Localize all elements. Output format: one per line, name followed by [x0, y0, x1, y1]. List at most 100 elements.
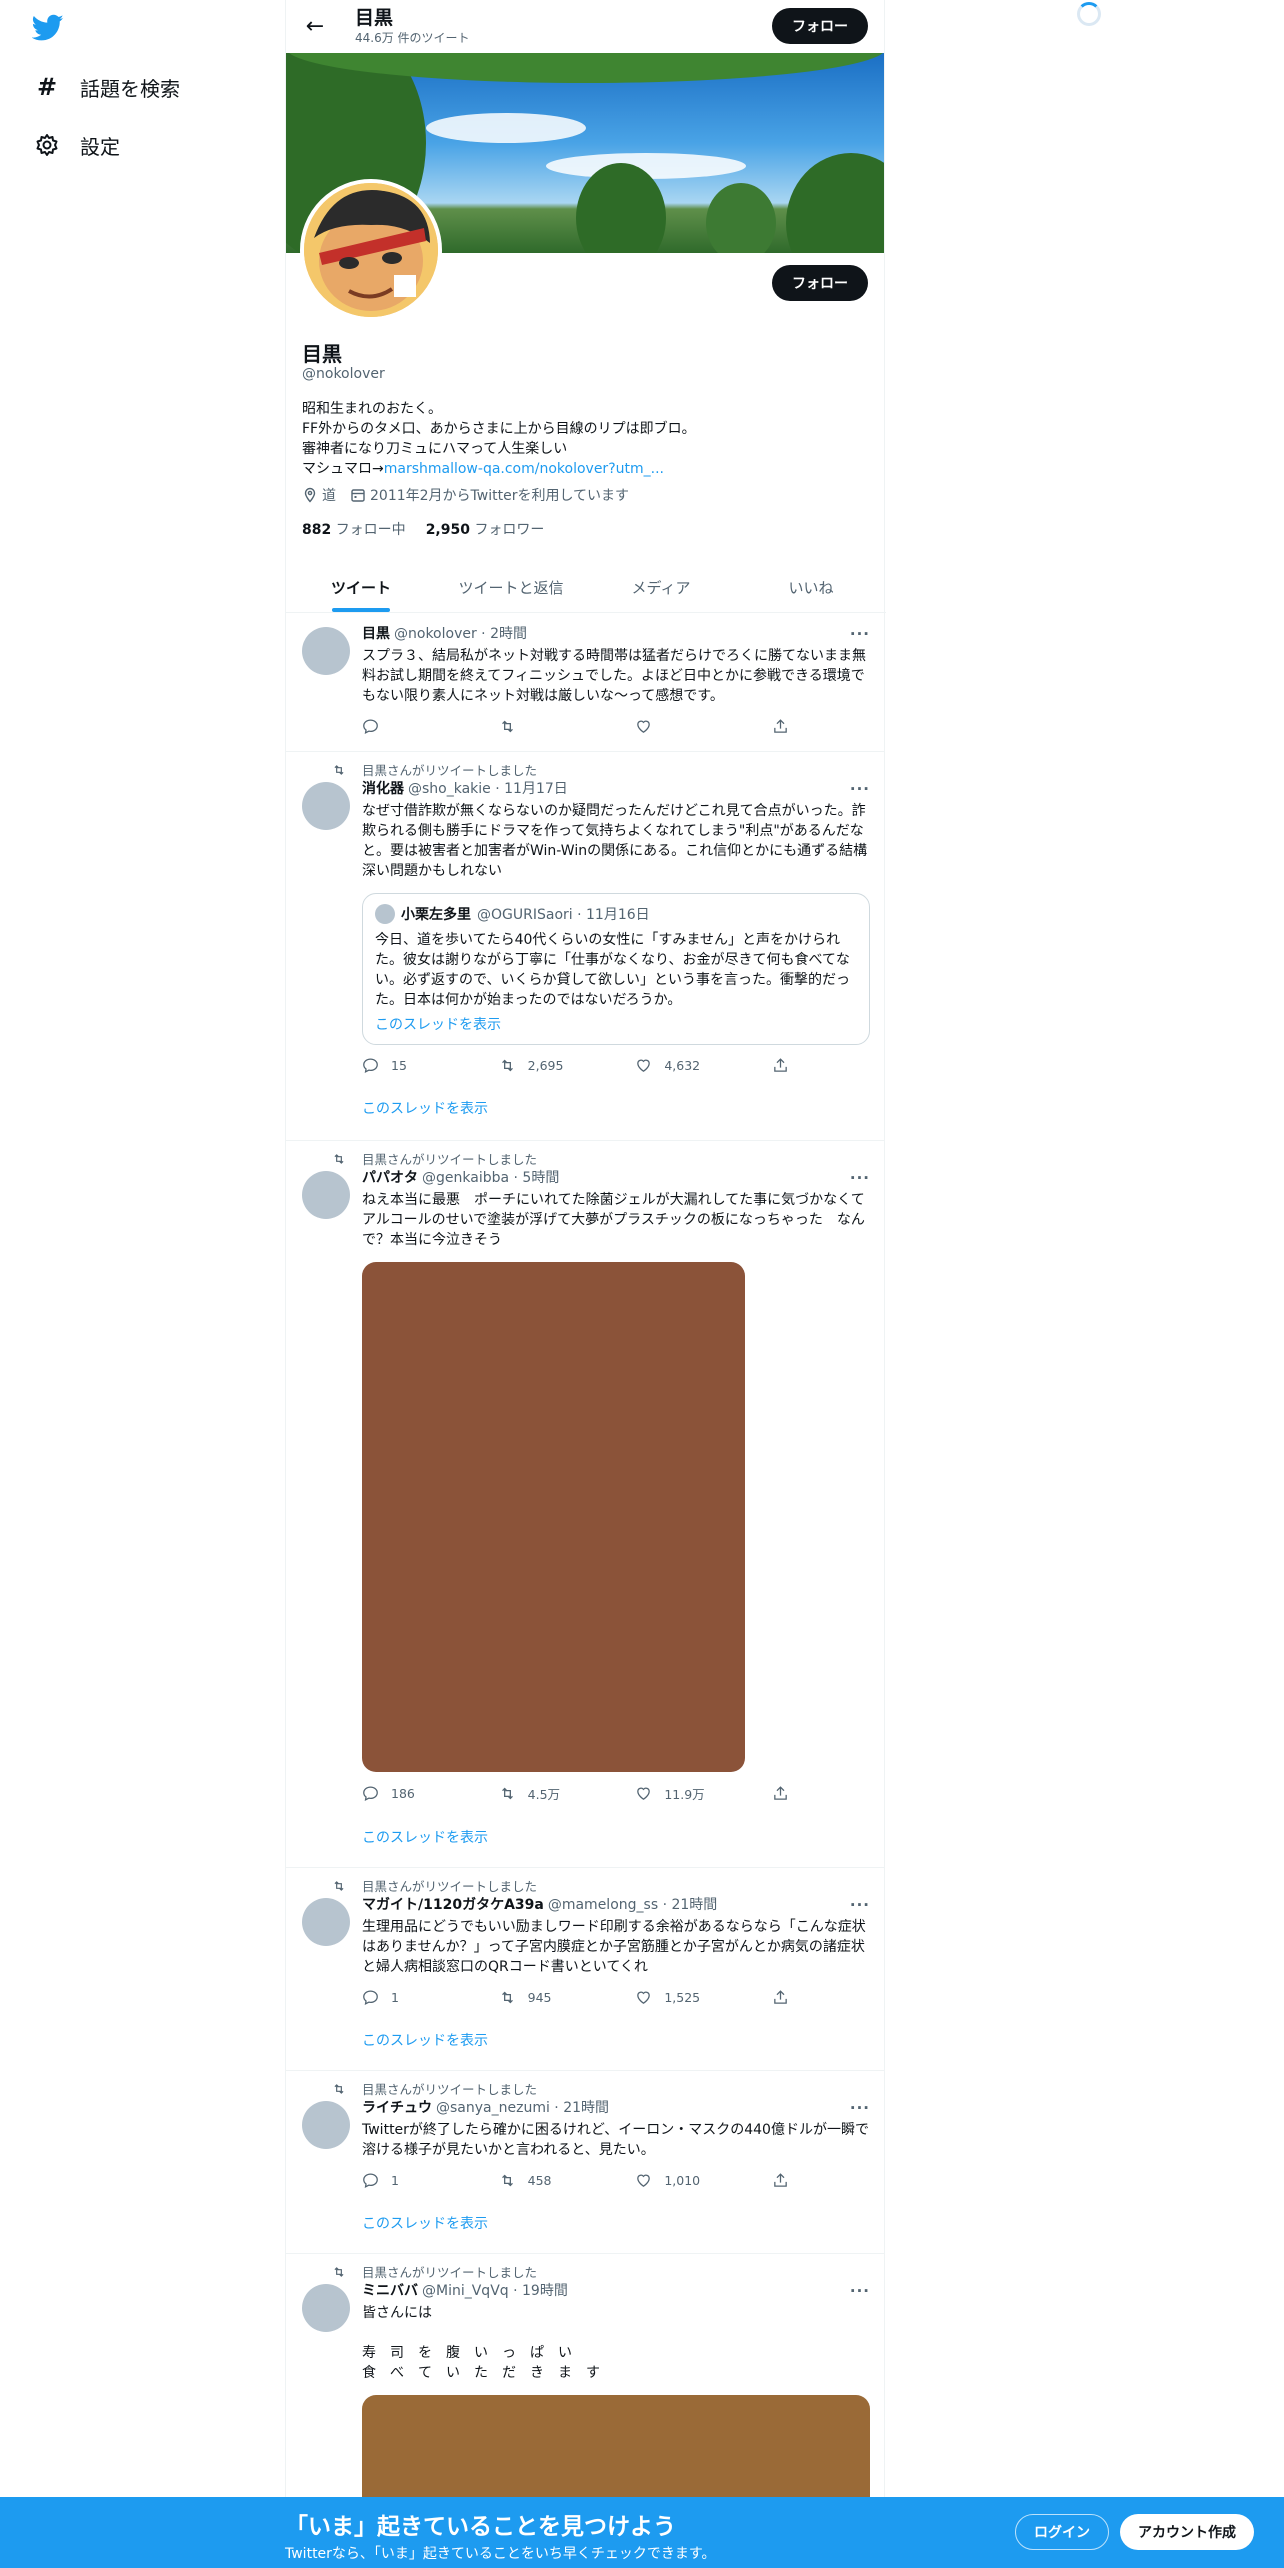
show-thread-link[interactable]: このスレッドを表示 [362, 2213, 870, 2233]
reply-button[interactable] [362, 718, 452, 735]
tab-likes[interactable]: いいね [736, 563, 886, 612]
tab-tweets[interactable]: ツイート [286, 563, 436, 612]
more-options-icon[interactable]: ··· [850, 625, 870, 643]
back-arrow-icon[interactable]: ← [295, 7, 335, 47]
tweet-avatar[interactable] [302, 1171, 350, 1219]
signup-bottom-bar: 「いま」起きていることを見つけよう Twitterなら、「いま」起きていることを… [0, 2497, 1284, 2568]
tweet[interactable]: 目黒さんがリツイートしました 消化器 @sho_kakie · 11月17日 ··… [286, 752, 884, 1141]
retweeted-by-text[interactable]: 目黒さんがリツイートしました [362, 1876, 537, 1895]
bio-link-prefix: マシュマロ→ [302, 461, 384, 477]
tweet[interactable]: 目黒 @nokolover · 2時間 ··· スプラ３、結局私がネット対戦する時… [286, 613, 884, 752]
reply-button[interactable]: 186 [362, 1784, 452, 1803]
tweet-text: 生理用品にどうでもいい励ましワード印刷する余裕があるならなら「こんな症状はありま… [362, 1919, 866, 1975]
tab-tweets-and-replies[interactable]: ツイートと返信 [436, 563, 586, 612]
tweet[interactable]: 目黒さんがリツイートしました マガイト/1120ガタケA39a @mamelong… [286, 1868, 884, 2071]
header-follow-button[interactable]: フォロー [772, 8, 868, 44]
reply-icon [363, 2173, 378, 2189]
more-options-icon[interactable]: ··· [850, 2099, 870, 2117]
profile-follow-button[interactable]: フォロー [772, 265, 868, 301]
followers-link[interactable]: 2,950 フォロワー [426, 519, 545, 539]
retweet-button[interactable]: 458 [499, 2172, 589, 2189]
share-button[interactable] [772, 1989, 792, 2006]
more-options-icon[interactable]: ··· [850, 1169, 870, 1187]
tweet-author-handle[interactable]: @Mini_VqVq · 19時間 [422, 2282, 568, 2301]
tweet-author-name[interactable]: 目黒 [362, 625, 390, 644]
quoted-tweet[interactable]: 小栗左多里 @OGURISaori · 11月16日 今日、道を歩いてたら40代く… [362, 893, 870, 1045]
tweet-author-name[interactable]: ミニババ [362, 2282, 418, 2301]
tweet[interactable]: 目黒さんがリツイートしました パパオタ @genkaibba · 5時間 ··· … [286, 1141, 884, 1868]
reply-button[interactable]: 15 [362, 1057, 452, 1074]
profile-name: 目黒 [302, 342, 342, 366]
tweet[interactable]: 目黒さんがリツイートしました ライチュウ @sanya_nezumi · 21時間… [286, 2071, 884, 2254]
like-button[interactable] [635, 718, 725, 735]
retweet-icon [334, 1880, 344, 1891]
like-button[interactable]: 1,525 [635, 1989, 725, 2006]
like-button[interactable]: 4,632 [635, 1057, 725, 1074]
retweeted-by-text[interactable]: 目黒さんがリツイートしました [362, 2079, 537, 2098]
tweet-header: 消化器 @sho_kakie · 11月17日 [362, 780, 870, 799]
tweet-author-name[interactable]: パパオタ [362, 1169, 418, 1188]
banner-tree [706, 183, 776, 253]
tweet-author-handle[interactable]: @sanya_nezumi · 21時間 [436, 2099, 609, 2118]
following-link[interactable]: 882 フォロー中 [302, 519, 406, 539]
more-options-icon[interactable]: ··· [850, 780, 870, 798]
retweet-icon [501, 1059, 513, 1072]
tweet-avatar[interactable] [302, 627, 350, 675]
retweet-button[interactable]: 2,695 [499, 1057, 589, 1074]
more-options-icon[interactable]: ··· [850, 1896, 870, 1914]
share-button[interactable] [772, 1784, 792, 1803]
like-button[interactable]: 1,010 [635, 2172, 725, 2189]
retweet-button[interactable]: 945 [499, 1989, 589, 2006]
retweet-button[interactable]: 4.5万 [499, 1784, 589, 1803]
more-options-icon[interactable]: ··· [850, 2282, 870, 2300]
tweet-text: なぜ寸借詐欺が無くならないのか疑問だったんだけどこれ見て合点がいった。詐欺られる… [362, 803, 868, 879]
retweet-count: 458 [527, 2173, 552, 2188]
share-button[interactable] [772, 1057, 792, 1074]
show-thread-link[interactable]: このスレッドを表示 [362, 1098, 870, 1118]
followers-count: 2,950 [425, 522, 470, 538]
tweet-text: スプラ３、結局私がネット対戦する時間帯は猛者だらけでろくに勝てないまま無料お試し… [362, 648, 866, 704]
heart-icon [637, 1059, 651, 1072]
profile-avatar[interactable] [300, 179, 442, 321]
hashtag-icon: # [36, 73, 58, 101]
twitter-logo-icon[interactable] [32, 14, 64, 42]
tweet-author-handle[interactable]: @mamelong_ss · 21時間 [548, 1896, 717, 1915]
tweet-author-name[interactable]: ライチュウ [362, 2099, 432, 2118]
tab-media[interactable]: メディア [586, 563, 736, 612]
tweet-actions: 186 4.5万 11.9万 [362, 1784, 792, 1803]
tweet-avatar[interactable] [302, 1898, 350, 1946]
tweet-author-handle[interactable]: @genkaibba · 5時間 [422, 1169, 559, 1188]
retweeted-by-text[interactable]: 目黒さんがリツイートしました [362, 2262, 537, 2281]
retweet-icon [334, 764, 344, 775]
profile-location: 道 [302, 485, 336, 505]
retweeted-by: 目黒さんがリツイートしました [332, 1149, 537, 1168]
retweeted-by-text[interactable]: 目黒さんがリツイートしました [362, 760, 537, 779]
retweeted-by-text[interactable]: 目黒さんがリツイートしました [362, 1149, 537, 1168]
tweet-author-name[interactable]: マガイト/1120ガタケA39a [362, 1896, 544, 1915]
share-icon [774, 719, 787, 733]
tweet-media-image[interactable] [362, 1262, 745, 1772]
bio-link[interactable]: marshmallow-qa.com/nokolover?utm_... [384, 461, 664, 477]
tweet-author-name[interactable]: 消化器 [362, 780, 404, 799]
signup-button[interactable]: アカウント作成 [1120, 2514, 1254, 2550]
tweet-avatar[interactable] [302, 2101, 350, 2149]
show-thread-link[interactable]: このスレッドを表示 [362, 1827, 870, 1847]
reply-button[interactable]: 1 [362, 1989, 452, 2006]
gear-icon [34, 132, 60, 158]
sidebar-item-settings[interactable]: 設定 [34, 125, 120, 165]
tweet-actions: 1 945 1,525 [362, 1989, 792, 2006]
tweet-author-handle[interactable]: @sho_kakie · 11月17日 [408, 780, 568, 799]
share-button[interactable] [772, 718, 792, 735]
like-button[interactable]: 11.9万 [635, 1784, 725, 1803]
share-button[interactable] [772, 2172, 792, 2189]
tweet-header: ライチュウ @sanya_nezumi · 21時間 [362, 2099, 870, 2118]
quote-show-thread-link[interactable]: このスレッドを表示 [375, 1014, 857, 1034]
retweet-button[interactable] [499, 718, 589, 735]
show-thread-link[interactable]: このスレッドを表示 [362, 2030, 870, 2050]
reply-button[interactable]: 1 [362, 2172, 452, 2189]
login-button[interactable]: ログイン [1015, 2514, 1109, 2550]
tweet-avatar[interactable] [302, 2284, 350, 2332]
tweet-author-handle[interactable]: @nokolover · 2時間 [394, 625, 527, 644]
tweet-avatar[interactable] [302, 782, 350, 830]
sidebar-item-explore[interactable]: # 話題を検索 [34, 67, 180, 107]
